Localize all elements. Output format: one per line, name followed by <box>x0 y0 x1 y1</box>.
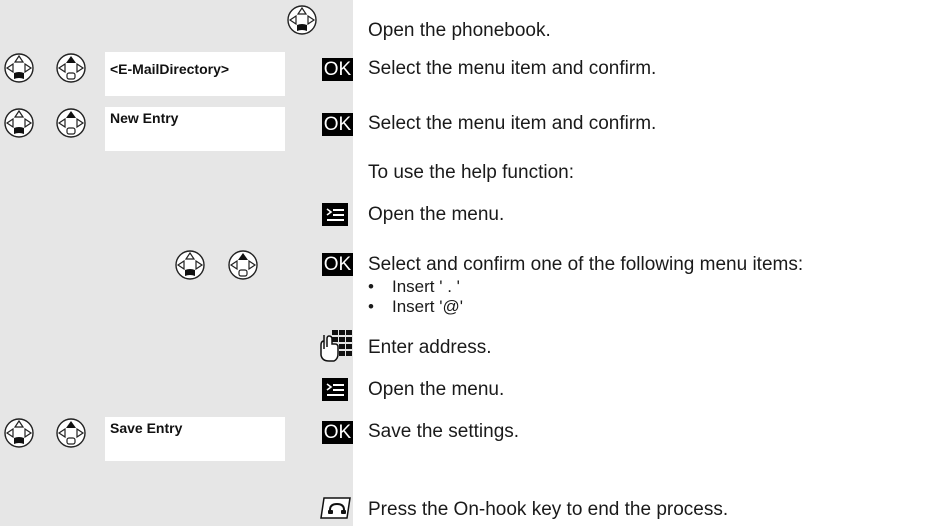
step-row: To use the help function: <box>0 158 934 188</box>
step-row: <E-MailDirectory> OK Select the menu ite… <box>0 52 934 96</box>
option-list: Insert ' . ' Insert '@' <box>368 277 463 317</box>
ok-key: OK <box>322 421 353 444</box>
on-hook-key-icon <box>320 497 351 519</box>
step-text: Select and confirm one of the following … <box>368 254 804 275</box>
step-text: Select the menu item and confirm. <box>368 113 657 134</box>
ok-key: OK <box>322 113 353 136</box>
control-key-icon <box>56 418 86 448</box>
menu-key-icon <box>322 203 348 226</box>
control-key-icon <box>287 5 317 35</box>
menu-item-label: Save Entry <box>110 420 183 436</box>
step-text: Save the settings. <box>368 421 520 442</box>
step-text: Open the menu. <box>368 379 505 400</box>
step-text: Open the phonebook. <box>368 20 551 41</box>
step-text: Open the menu. <box>368 204 505 225</box>
step-text: Enter address. <box>368 337 492 358</box>
ok-key: OK <box>322 58 353 81</box>
step-row: Save Entry OK Save the settings. <box>0 417 934 461</box>
step-row: Enter address. <box>0 329 934 365</box>
control-key-icon <box>175 250 205 280</box>
step-text: Select the menu item and confirm. <box>368 58 657 79</box>
control-key-icon <box>56 108 86 138</box>
ok-key: OK <box>322 253 353 276</box>
menu-key-icon <box>322 378 348 401</box>
control-key-icon <box>56 53 86 83</box>
step-text: To use the help function: <box>368 162 574 183</box>
menu-item-label: <E-MailDirectory> <box>110 61 230 77</box>
step-row: Press the On-hook key to end the process… <box>0 494 934 524</box>
menu-item-label: New Entry <box>110 110 179 126</box>
step-row: Open the menu. <box>0 199 934 229</box>
step-row: New Entry OK Select the menu item and co… <box>0 107 934 151</box>
step-row: Open the menu. <box>0 376 934 406</box>
list-item: Insert ' . ' <box>368 277 463 297</box>
control-key-icon <box>4 418 34 448</box>
step-row: OK Select and confirm one of the followi… <box>0 247 934 317</box>
control-key-icon <box>4 53 34 83</box>
control-key-icon <box>4 108 34 138</box>
list-item: Insert '@' <box>368 297 463 317</box>
step-text: Press the On-hook key to end the process… <box>368 499 729 520</box>
control-key-icon <box>228 250 258 280</box>
step-row: Open the phonebook. <box>0 0 934 44</box>
keypad-icon <box>320 330 352 362</box>
